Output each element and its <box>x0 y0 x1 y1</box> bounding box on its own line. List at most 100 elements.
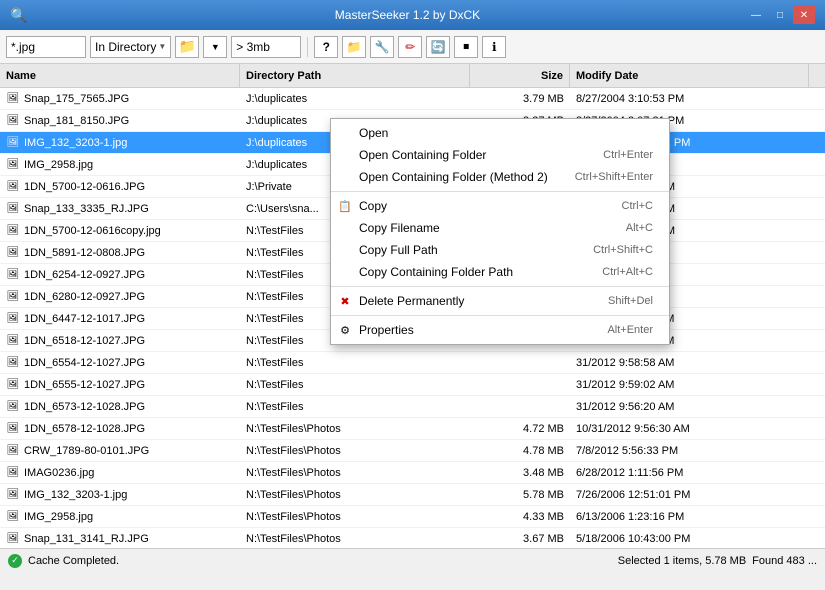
file-icon: 🖼 <box>6 356 20 370</box>
file-icon: 🖼 <box>6 378 20 392</box>
file-filter-input[interactable] <box>6 36 86 58</box>
file-icon: 🖼 <box>6 180 20 194</box>
file-icon: 🖼 <box>6 290 20 304</box>
file-date-cell: 10/31/2012 9:56:30 AM <box>570 423 825 435</box>
stop-button[interactable]: ⏹ <box>454 36 478 58</box>
context-copy-folder-path[interactable]: Copy Containing Folder Path Ctrl+Alt+C <box>331 261 669 283</box>
file-icon: 🖼 <box>6 224 20 238</box>
table-row[interactable]: 🖼 IMG_132_3203-1.jpg N:\TestFiles\Photos… <box>0 484 825 506</box>
table-row[interactable]: 🖼 Snap_131_3141_RJ.JPG N:\TestFiles\Phot… <box>0 528 825 548</box>
context-separator-2 <box>331 286 669 287</box>
cache-status-icon: ✓ <box>8 554 22 568</box>
folder-button[interactable]: 📁 <box>342 36 366 58</box>
file-date-cell: 8/27/2004 3:10:53 PM <box>570 93 825 105</box>
file-icon: 🖼 <box>6 268 20 282</box>
table-row[interactable]: 🖼 1DN_6554-12-1027.JPG N:\TestFiles 31/2… <box>0 352 825 374</box>
file-icon: 🖼 <box>6 466 20 480</box>
file-name-cell: 🖼 1DN_6280-12-0927.JPG <box>0 290 240 304</box>
size-filter-input[interactable] <box>231 36 301 58</box>
file-date-cell: 31/2012 9:58:58 AM <box>570 357 825 369</box>
file-icon: 🖼 <box>6 422 20 436</box>
context-copy-filename[interactable]: Copy Filename Alt+C <box>331 217 669 239</box>
file-dir-cell: N:\TestFiles\Photos <box>240 533 470 545</box>
file-date-cell: 31/2012 9:56:20 AM <box>570 401 825 413</box>
context-separator-1 <box>331 191 669 192</box>
file-name: IMG_132_3203-1.jpg <box>24 137 127 149</box>
help-button[interactable]: ? <box>314 36 338 58</box>
file-name: 1DN_5891-12-0808.JPG <box>24 247 145 259</box>
table-row[interactable]: 🖼 1DN_6555-12-1027.JPG N:\TestFiles 31/2… <box>0 374 825 396</box>
file-name: IMG_2958.jpg <box>24 159 93 171</box>
maximize-button[interactable]: □ <box>769 6 791 24</box>
status-bar: ✓ Cache Completed. Selected 1 items, 5.7… <box>0 548 825 572</box>
file-name-cell: 🖼 1DN_6554-12-1027.JPG <box>0 356 240 370</box>
file-dir-cell: N:\TestFiles <box>240 401 470 413</box>
title-bar: 🔍 MasterSeeker 1.2 by DxCK — □ ✕ <box>0 0 825 30</box>
file-name-cell: 🖼 IMG_132_3203-1.jpg <box>0 488 240 502</box>
table-row[interactable]: 🖼 1DN_6578-12-1028.JPG N:\TestFiles\Phot… <box>0 418 825 440</box>
file-date-cell: 7/8/2012 5:56:33 PM <box>570 445 825 457</box>
copy-icon: 📋 <box>337 198 353 214</box>
file-name-cell: 🖼 Snap_181_8150.JPG <box>0 114 240 128</box>
minimize-button[interactable]: — <box>745 6 767 24</box>
file-name: 1DN_6555-12-1027.JPG <box>24 379 145 391</box>
context-open[interactable]: Open <box>331 122 669 144</box>
table-row[interactable]: 🖼 CRW_1789-80-0101.JPG N:\TestFiles\Phot… <box>0 440 825 462</box>
dropdown-btn[interactable]: ▼ <box>203 36 227 58</box>
file-name-cell: 🖼 1DN_6518-12-1027.JPG <box>0 334 240 348</box>
directory-dropdown[interactable]: In Directory ▼ <box>90 36 171 58</box>
edit-button[interactable]: ✏ <box>398 36 422 58</box>
file-name: CRW_1789-80-0101.JPG <box>24 445 149 457</box>
table-row[interactable]: 🖼 IMAG0236.jpg N:\TestFiles\Photos 3.48 … <box>0 462 825 484</box>
file-name-cell: 🖼 1DN_6254-12-0927.JPG <box>0 268 240 282</box>
window-title: MasterSeeker 1.2 by DxCK <box>70 8 745 22</box>
selected-status-text: Selected 1 items, 5.78 MB <box>618 555 746 567</box>
file-dir-cell: N:\TestFiles\Photos <box>240 445 470 457</box>
file-icon: 🖼 <box>6 92 20 106</box>
context-delete[interactable]: ✖ Delete Permanently Shift+Del <box>331 290 669 312</box>
table-row[interactable]: 🖼 Snap_175_7565.JPG J:\duplicates 3.79 M… <box>0 88 825 110</box>
context-open-folder2[interactable]: Open Containing Folder (Method 2) Ctrl+S… <box>331 166 669 188</box>
file-icon: 🖼 <box>6 202 20 216</box>
file-size-cell: 5.78 MB <box>470 489 570 501</box>
file-name: 1DN_6518-12-1027.JPG <box>24 335 145 347</box>
file-icon: 🖼 <box>6 510 20 524</box>
context-copy-full-path[interactable]: Copy Full Path Ctrl+Shift+C <box>331 239 669 261</box>
file-icon: 🖼 <box>6 444 20 458</box>
file-icon: 🖼 <box>6 246 20 260</box>
list-header: Name Directory Path Size Modify Date <box>0 64 825 88</box>
file-name-cell: 🖼 1DN_5891-12-0808.JPG <box>0 246 240 260</box>
file-dir-cell: N:\TestFiles <box>240 379 470 391</box>
table-row[interactable]: 🖼 IMG_2958.jpg N:\TestFiles\Photos 4.33 … <box>0 506 825 528</box>
file-size-cell: 4.72 MB <box>470 423 570 435</box>
file-icon: 🖼 <box>6 136 20 150</box>
cache-status-text: Cache Completed. <box>28 555 612 567</box>
title-controls: — □ ✕ <box>745 6 815 24</box>
file-name: 1DN_6447-12-1017.JPG <box>24 313 145 325</box>
settings-button[interactable]: 🔧 <box>370 36 394 58</box>
file-date-cell: 7/26/2006 12:51:01 PM <box>570 489 825 501</box>
column-name[interactable]: Name <box>0 64 240 87</box>
file-name: 1DN_6554-12-1027.JPG <box>24 357 145 369</box>
browse-folder-button[interactable]: 📁 <box>175 36 199 58</box>
column-size[interactable]: Size <box>470 64 570 87</box>
context-copy[interactable]: 📋 Copy Ctrl+C <box>331 195 669 217</box>
file-date-cell: 31/2012 9:59:02 AM <box>570 379 825 391</box>
context-properties[interactable]: ⚙ Properties Alt+Enter <box>331 319 669 341</box>
app-icon: 🔍 <box>10 7 27 24</box>
file-name: 1DN_6573-12-1028.JPG <box>24 401 145 413</box>
file-size-cell: 4.78 MB <box>470 445 570 457</box>
table-row[interactable]: 🖼 1DN_6573-12-1028.JPG N:\TestFiles 31/2… <box>0 396 825 418</box>
toolbar: In Directory ▼ 📁 ▼ ? 📁 🔧 ✏ 🔄 ⏹ ℹ <box>0 30 825 64</box>
refresh-button[interactable]: 🔄 <box>426 36 450 58</box>
file-name-cell: 🖼 CRW_1789-80-0101.JPG <box>0 444 240 458</box>
context-open-folder[interactable]: Open Containing Folder Ctrl+Enter <box>331 144 669 166</box>
column-date[interactable]: Modify Date <box>570 64 809 87</box>
close-button[interactable]: ✕ <box>793 6 815 24</box>
file-name-cell: 🖼 1DN_6573-12-1028.JPG <box>0 400 240 414</box>
context-menu[interactable]: Open Open Containing Folder Ctrl+Enter O… <box>330 118 670 345</box>
file-date-cell: 6/13/2006 1:23:16 PM <box>570 511 825 523</box>
file-name-cell: 🖼 Snap_175_7565.JPG <box>0 92 240 106</box>
column-directory[interactable]: Directory Path <box>240 64 470 87</box>
info-button[interactable]: ℹ <box>482 36 506 58</box>
